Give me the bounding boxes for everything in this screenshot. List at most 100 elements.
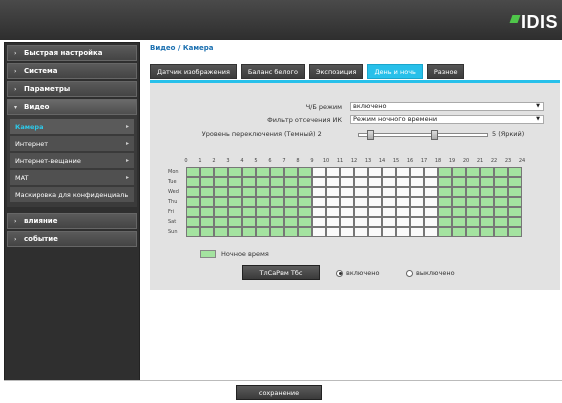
- apply-button[interactable]: ТлСаРвм Тбс: [242, 265, 320, 280]
- schedule-cell[interactable]: [256, 197, 270, 207]
- schedule-cell[interactable]: [480, 207, 494, 217]
- schedule-cell[interactable]: [228, 177, 242, 187]
- schedule-cell[interactable]: [256, 167, 270, 177]
- schedule-cell[interactable]: [508, 167, 522, 177]
- schedule-cell[interactable]: [424, 167, 438, 177]
- schedule-cell[interactable]: [466, 227, 480, 237]
- schedule-cell[interactable]: [270, 187, 284, 197]
- schedule-cell[interactable]: [354, 207, 368, 217]
- schedule-cell[interactable]: [284, 227, 298, 237]
- schedule-cell[interactable]: [186, 177, 200, 187]
- schedule-cell[interactable]: [354, 187, 368, 197]
- schedule-cell[interactable]: [312, 227, 326, 237]
- schedule-cell[interactable]: [256, 207, 270, 217]
- schedule-cell[interactable]: [354, 177, 368, 187]
- schedule-cell[interactable]: [256, 177, 270, 187]
- schedule-cell[interactable]: [508, 197, 522, 207]
- slider-handle-left[interactable]: [367, 130, 374, 140]
- schedule-cell[interactable]: [382, 227, 396, 237]
- schedule-cell[interactable]: [228, 227, 242, 237]
- schedule-cell[interactable]: [354, 227, 368, 237]
- sidebar-subitem-internet[interactable]: Интернет ▸: [10, 136, 134, 151]
- schedule-cell[interactable]: [214, 167, 228, 177]
- schedule-cell[interactable]: [312, 197, 326, 207]
- schedule-cell[interactable]: [452, 227, 466, 237]
- schedule-cell[interactable]: [438, 217, 452, 227]
- schedule-cell[interactable]: [382, 167, 396, 177]
- tab-misc[interactable]: Разное: [426, 64, 465, 79]
- schedule-cell[interactable]: [452, 177, 466, 187]
- schedule-cell[interactable]: [466, 167, 480, 177]
- schedule-cell[interactable]: [410, 217, 424, 227]
- schedule-cell[interactable]: [298, 177, 312, 187]
- schedule-cell[interactable]: [340, 177, 354, 187]
- schedule-cell[interactable]: [228, 187, 242, 197]
- schedule-cell[interactable]: [410, 187, 424, 197]
- schedule-cell[interactable]: [368, 207, 382, 217]
- schedule-cell[interactable]: [452, 207, 466, 217]
- schedule-cell[interactable]: [452, 217, 466, 227]
- ir-filter-select[interactable]: Режим ночного времени ▼: [350, 115, 544, 124]
- schedule-cell[interactable]: [200, 187, 214, 197]
- schedule-cell[interactable]: [200, 197, 214, 207]
- schedule-cell[interactable]: [368, 217, 382, 227]
- schedule-cell[interactable]: [424, 177, 438, 187]
- schedule-cell[interactable]: [242, 227, 256, 237]
- schedule-cell[interactable]: [466, 177, 480, 187]
- schedule-cell[interactable]: [494, 207, 508, 217]
- schedule-cell[interactable]: [284, 167, 298, 177]
- schedule-cell[interactable]: [242, 217, 256, 227]
- schedule-cell[interactable]: [382, 197, 396, 207]
- schedule-cell[interactable]: [200, 227, 214, 237]
- schedule-cell[interactable]: [508, 217, 522, 227]
- schedule-cell[interactable]: [214, 197, 228, 207]
- schedule-cell[interactable]: [326, 207, 340, 217]
- schedule-cell[interactable]: [340, 227, 354, 237]
- schedule-cell[interactable]: [410, 197, 424, 207]
- schedule-cell[interactable]: [242, 167, 256, 177]
- schedule-cell[interactable]: [186, 207, 200, 217]
- schedule-cell[interactable]: [270, 167, 284, 177]
- sidebar-item-quick-setup[interactable]: › Быстрая настройка: [7, 45, 137, 61]
- schedule-cell[interactable]: [326, 167, 340, 177]
- schedule-cell[interactable]: [466, 217, 480, 227]
- schedule-cell[interactable]: [494, 217, 508, 227]
- schedule-cell[interactable]: [410, 167, 424, 177]
- schedule-cell[interactable]: [270, 207, 284, 217]
- tab-exposure[interactable]: Экспозиция: [308, 64, 364, 79]
- schedule-cell[interactable]: [396, 167, 410, 177]
- schedule-cell[interactable]: [186, 187, 200, 197]
- schedule-cell[interactable]: [200, 217, 214, 227]
- schedule-cell[interactable]: [368, 167, 382, 177]
- sidebar-subitem-privacy-mask[interactable]: Маскировка для конфиденциаль: [10, 187, 134, 202]
- schedule-cell[interactable]: [466, 207, 480, 217]
- schedule-cell[interactable]: [298, 197, 312, 207]
- schedule-cell[interactable]: [256, 227, 270, 237]
- schedule-cell[interactable]: [298, 167, 312, 177]
- bw-mode-select[interactable]: включено ▼: [350, 102, 544, 111]
- schedule-cell[interactable]: [228, 197, 242, 207]
- schedule-cell[interactable]: [326, 227, 340, 237]
- sidebar-item-system[interactable]: › Система: [7, 63, 137, 79]
- sidebar-item-influence[interactable]: › влияние: [7, 213, 137, 229]
- schedule-cell[interactable]: [494, 187, 508, 197]
- schedule-cell[interactable]: [494, 197, 508, 207]
- schedule-cell[interactable]: [312, 207, 326, 217]
- schedule-cell[interactable]: [256, 217, 270, 227]
- schedule-cell[interactable]: [270, 227, 284, 237]
- schedule-cell[interactable]: [186, 167, 200, 177]
- schedule-cell[interactable]: [452, 167, 466, 177]
- schedule-cell[interactable]: [438, 187, 452, 197]
- schedule-cell[interactable]: [438, 197, 452, 207]
- schedule-cell[interactable]: [186, 217, 200, 227]
- schedule-cell[interactable]: [200, 207, 214, 217]
- schedule-cell[interactable]: [298, 207, 312, 217]
- schedule-cell[interactable]: [508, 227, 522, 237]
- schedule-cell[interactable]: [340, 187, 354, 197]
- schedule-cell[interactable]: [480, 177, 494, 187]
- schedule-cell[interactable]: [214, 187, 228, 197]
- sidebar-item-event[interactable]: › событие: [7, 231, 137, 247]
- schedule-cell[interactable]: [284, 217, 298, 227]
- schedule-cell[interactable]: [396, 217, 410, 227]
- schedule-cell[interactable]: [466, 187, 480, 197]
